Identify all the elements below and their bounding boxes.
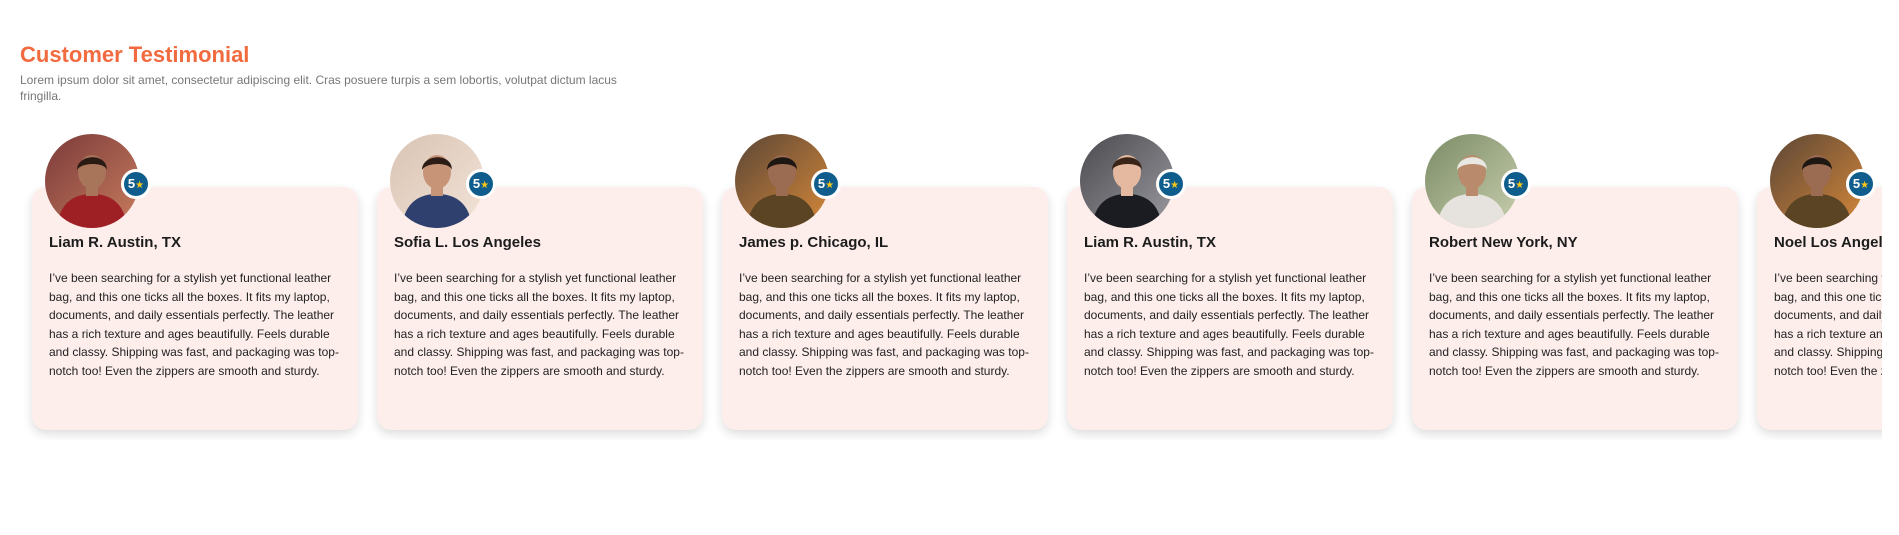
testimonial-card: 5★ Liam R. Austin, TX I’ve been searching … <box>1055 130 1393 440</box>
reviewer-name: Liam R. Austin, TX <box>49 234 181 251</box>
star-icon: ★ <box>135 180 145 191</box>
section-header: Customer Testimonial Lorem ipsum dolor s… <box>20 42 640 104</box>
rating-badge: 5★ <box>1156 169 1186 199</box>
avatar-container: 5★ <box>1080 134 1186 228</box>
avatar-container: 5★ <box>390 134 496 228</box>
star-icon: ★ <box>1860 180 1870 191</box>
rating-badge: 5★ <box>1846 169 1876 199</box>
testimonial-card: 5★ Noel Los Angeles I’ve been searching fo… <box>1745 130 1882 440</box>
avatar-container: 5★ <box>45 134 151 228</box>
rating-badge: 5★ <box>811 169 841 199</box>
star-icon: ★ <box>1515 180 1525 191</box>
star-icon: ★ <box>825 180 835 191</box>
review-text: I’ve been searching for a stylish yet fu… <box>394 271 684 378</box>
avatar-container: 5★ <box>735 134 841 228</box>
review-text: I’ve been searching for a stylish yet fu… <box>1774 271 1882 378</box>
review-text: I’ve been searching for a stylish yet fu… <box>739 271 1029 378</box>
testimonial-card: 5★ James p. Chicago, IL I’ve been searchin… <box>710 130 1048 440</box>
testimonial-card: 5★ Liam R. Austin, TX I’ve been searching … <box>20 130 358 440</box>
review-text: I’ve been searching for a stylish yet fu… <box>1429 271 1719 378</box>
review-text: I’ve been searching for a stylish yet fu… <box>49 271 339 378</box>
star-icon: ★ <box>480 180 490 191</box>
rating-badge: 5★ <box>121 169 151 199</box>
testimonial-carousel[interactable]: 5★ Liam R. Austin, TX I’ve been searching … <box>20 130 1882 440</box>
avatar-container: 5★ <box>1770 134 1876 228</box>
section-title: Customer Testimonial <box>20 42 250 67</box>
reviewer-name: Robert New York, NY <box>1429 234 1578 251</box>
reviewer-name: Sofia L. Los Angeles <box>394 234 541 251</box>
testimonial-card: 5★ Robert New York, NY I’ve been searching… <box>1400 130 1738 440</box>
star-icon: ★ <box>1170 180 1180 191</box>
rating-badge: 5★ <box>1501 169 1531 199</box>
testimonial-card: 5★ Sofia L. Los Angeles I’ve been searchin… <box>365 130 703 440</box>
reviewer-name: Noel Los Angeles <box>1774 234 1882 251</box>
rating-badge: 5★ <box>466 169 496 199</box>
reviewer-name: Liam R. Austin, TX <box>1084 234 1216 251</box>
avatar-container: 5★ <box>1425 134 1531 228</box>
section-subtitle: Lorem ipsum dolor sit amet, consectetur … <box>20 73 617 103</box>
review-text: I’ve been searching for a stylish yet fu… <box>1084 271 1374 378</box>
reviewer-name: James p. Chicago, IL <box>739 234 889 251</box>
